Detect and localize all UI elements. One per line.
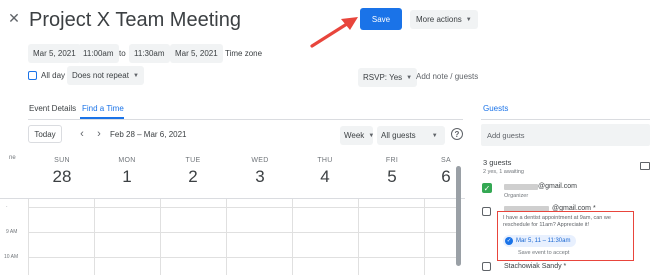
rsvp-value: RSVP: Yes <box>363 73 403 82</box>
grid-hline <box>28 257 458 258</box>
guest-summary: 2 yes, 1 awaiting <box>483 169 524 175</box>
view-value: Week <box>344 131 365 140</box>
guest-accepted-checkbox[interactable]: ✓ <box>482 183 492 193</box>
event-title-input[interactable]: Project X Team Meeting <box>29 9 241 32</box>
guest1-email: @gmail.com <box>538 183 578 190</box>
grid-vline <box>226 199 227 275</box>
grid-vline <box>424 199 425 275</box>
today-label: Today <box>34 129 56 139</box>
today-button[interactable]: Today <box>28 125 62 143</box>
day-number: 5 <box>387 167 397 186</box>
day-of-week: SUN <box>54 157 70 164</box>
prev-week-icon[interactable]: ‹ <box>76 127 88 141</box>
day-number: 4 <box>320 167 330 186</box>
grid-vline <box>292 199 293 275</box>
repeat-value: Does not repeat <box>72 71 129 80</box>
day-of-week: THU <box>317 157 333 164</box>
day-header-fri[interactable]: FRI 5 <box>362 157 422 187</box>
guest1-redacted-name <box>504 184 538 190</box>
day-number: 2 <box>188 167 198 186</box>
caret-down-icon: ▼ <box>406 74 413 81</box>
day-header-mon[interactable]: MON 1 <box>97 157 157 187</box>
grid-hline <box>28 207 458 208</box>
day-header-wed[interactable]: WED 3 <box>230 157 290 187</box>
time-label-10am: 10 AM <box>4 254 19 260</box>
time-label: · <box>6 204 8 210</box>
more-actions-label: More actions <box>416 15 462 24</box>
day-header-sun[interactable]: SUN 28 <box>32 157 92 187</box>
save-button[interactable]: Save <box>360 8 402 30</box>
help-icon[interactable]: ? <box>451 128 463 140</box>
start-date-field[interactable]: Mar 5, 2021 <box>28 44 81 63</box>
grid-hline <box>28 232 458 233</box>
day-number: 28 <box>52 167 72 186</box>
proposed-time-chip[interactable]: ✓ Mar 5, 11 – 11:30am <box>503 235 577 247</box>
guest2-checkbox[interactable] <box>482 207 491 216</box>
date-range-label: Feb 28 – Mar 6, 2021 <box>110 130 187 139</box>
caret-down-icon: ▼ <box>431 132 438 139</box>
tab-find-a-time[interactable]: Find a Time <box>82 104 124 113</box>
time-label-9am: 9 AM <box>6 229 18 235</box>
all-day-label: All day <box>41 71 66 80</box>
day-header-thu[interactable]: THU 4 <box>295 157 355 187</box>
guests-filter-dropdown[interactable]: All guests ▼ <box>377 126 445 145</box>
calendar-scrollbar[interactable] <box>456 166 461 266</box>
email-guests-icon[interactable] <box>640 162 650 170</box>
day-of-week: SA <box>441 157 451 164</box>
guest1-role: Organizer <box>504 193 529 199</box>
guest3-checkbox[interactable] <box>482 262 491 271</box>
gutter-label: ne <box>9 155 16 161</box>
save-button-label: Save <box>371 14 391 24</box>
add-note-link[interactable]: Add note / guests <box>416 72 478 81</box>
day-number: 3 <box>255 167 265 186</box>
day-of-week: MON <box>118 157 136 164</box>
annotation-arrow-icon <box>310 17 358 48</box>
grid-vline <box>358 199 359 275</box>
to-label: to <box>119 49 126 58</box>
save-to-accept-hint: Save event to accept <box>518 250 570 256</box>
tabs-divider <box>28 119 463 120</box>
end-date-field[interactable]: Mar 5, 2021 <box>170 44 223 63</box>
more-actions-button[interactable]: More actions ▼ <box>410 10 478 29</box>
add-guests-input[interactable]: Add guests <box>481 124 650 146</box>
time-zone-link[interactable]: Time zone <box>225 49 262 58</box>
all-day-checkbox[interactable] <box>28 71 37 80</box>
guest3-name: Stachowiak Sandy * <box>504 263 567 270</box>
day-header-tue[interactable]: TUE 2 <box>163 157 223 187</box>
day-number: 1 <box>122 167 132 186</box>
add-guests-placeholder: Add guests <box>487 131 525 140</box>
grid-header-divider <box>0 198 465 199</box>
check-circle-icon: ✓ <box>505 237 513 245</box>
caret-down-icon: ▼ <box>465 16 472 23</box>
start-time-field[interactable]: 11:00am <box>78 44 119 63</box>
proposed-time-label: Mar 5, 11 – 11:30am <box>516 238 571 244</box>
day-of-week: WED <box>251 157 269 164</box>
day-of-week: FRI <box>385 157 399 164</box>
guest2-message: I have a dentist appointment at 9am, can… <box>503 215 611 228</box>
repeat-dropdown[interactable]: Does not repeat ▼ <box>67 66 144 85</box>
grid-vline <box>160 199 161 275</box>
guests-heading: Guests <box>483 104 509 113</box>
guest-count: 3 guests <box>483 158 512 167</box>
day-of-week: TUE <box>185 157 201 164</box>
grid-vline <box>28 199 29 275</box>
caret-down-icon: ▼ <box>132 72 139 79</box>
grid-vline <box>94 199 95 275</box>
rsvp-dropdown[interactable]: RSVP: Yes ▼ <box>358 68 418 87</box>
tab-event-details[interactable]: Event Details <box>29 104 76 113</box>
next-week-icon[interactable]: › <box>93 127 105 141</box>
caret-down-icon: ▼ <box>368 132 375 139</box>
guests-tab-indicator <box>481 119 650 120</box>
close-icon[interactable]: ✕ <box>6 10 22 26</box>
end-time-field[interactable]: 11:30am <box>129 44 170 63</box>
guests-filter-value: All guests <box>381 131 416 140</box>
view-dropdown[interactable]: Week ▼ <box>340 126 375 145</box>
